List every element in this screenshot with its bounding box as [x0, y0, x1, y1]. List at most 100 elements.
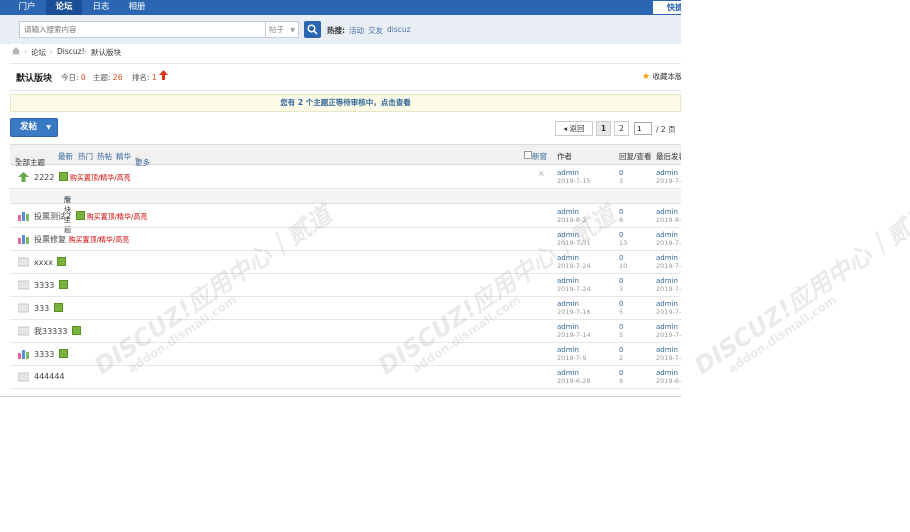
- reply-count: 0: [619, 369, 624, 377]
- last-poster[interactable]: admin: [656, 369, 678, 377]
- last-poster[interactable]: admin: [656, 208, 678, 216]
- hot-search-label: 热搜:: [327, 26, 345, 35]
- table-row: 3333 admin 2019-7-24 0 3 admin 2019-7-: [10, 274, 681, 297]
- search-button[interactable]: [304, 21, 321, 38]
- topics-stat: 主题: 26: [93, 73, 123, 82]
- thread-author[interactable]: admin: [557, 254, 579, 262]
- last-poster[interactable]: admin: [656, 300, 678, 308]
- forum-title: 默认版块: [16, 74, 53, 84]
- table-row: 投票测试2 购买置顶/精华/高亮 admin 2019-8-2 0 8 admi…: [10, 205, 681, 228]
- thread-title[interactable]: xxxx: [34, 257, 68, 267]
- breadcrumb-item[interactable]: 默认版块: [91, 47, 121, 58]
- last-poster[interactable]: admin: [656, 169, 678, 177]
- filter-latest[interactable]: 最新: [58, 151, 73, 162]
- nav-tab-blog[interactable]: 日志: [84, 0, 118, 15]
- folder-icon: [17, 326, 30, 336]
- last-poster[interactable]: admin: [656, 231, 678, 239]
- last-post-date: 2019-7-: [656, 239, 681, 247]
- last-post-date: 2019-6-: [656, 377, 681, 385]
- back-button[interactable]: ◂ 返回: [555, 121, 593, 136]
- thread-author[interactable]: admin: [557, 323, 579, 331]
- poll-icon: [18, 211, 29, 221]
- last-poster[interactable]: admin: [656, 254, 678, 262]
- attachment-icon: [58, 349, 68, 358]
- page-total: / 2 页: [656, 125, 676, 134]
- filter-hot-posts[interactable]: 热帖: [97, 151, 112, 162]
- page-number[interactable]: 2: [614, 121, 629, 136]
- section-subheader: 版块主题 ⟲: [10, 189, 681, 234]
- attachment-icon: [58, 280, 68, 289]
- last-post-column: 最后发表: [656, 152, 681, 161]
- page-bottom-edge: [0, 396, 681, 397]
- reply-count: 0: [619, 300, 624, 308]
- attachment-icon: [75, 211, 85, 220]
- moderation-notice[interactable]: 您有 2 个主题正等待审核中，点击查看: [10, 94, 681, 112]
- quick-nav-button[interactable]: 快捷: [653, 1, 681, 14]
- reply-count: 0: [619, 346, 624, 354]
- nav-tab-album[interactable]: 相册: [120, 0, 154, 15]
- thread-date: 2019-7-24: [557, 262, 591, 270]
- reply-count: 0: [619, 231, 624, 239]
- view-count: 10: [619, 262, 628, 270]
- folder-icon: [17, 372, 30, 382]
- hot-search-link[interactable]: discuz: [387, 25, 411, 34]
- thread-author[interactable]: admin: [557, 231, 579, 239]
- close-icon[interactable]: ×: [538, 169, 545, 178]
- thread-title[interactable]: 我33333: [34, 326, 83, 337]
- thread-date: 2019-7-24: [557, 285, 591, 293]
- page-number[interactable]: 1: [596, 121, 611, 136]
- poll-icon: [18, 349, 29, 359]
- table-row: xxxx admin 2019-7-24 0 10 admin 2019-7-: [10, 251, 681, 274]
- thread-author[interactable]: admin: [557, 169, 579, 177]
- last-poster[interactable]: admin: [656, 346, 678, 354]
- thread-author[interactable]: admin: [557, 346, 579, 354]
- view-count: 3: [619, 285, 624, 293]
- thread-author[interactable]: admin: [557, 208, 579, 216]
- thread-title[interactable]: 3333: [34, 280, 70, 290]
- folder-icon: [17, 280, 30, 290]
- thread-title[interactable]: 444444: [34, 372, 65, 381]
- search-type-select[interactable]: 帖子 ▼: [265, 21, 299, 38]
- folder-icon: [17, 303, 30, 313]
- last-poster[interactable]: admin: [656, 277, 678, 285]
- last-post-date: 2019-7-: [656, 285, 681, 293]
- attachment-icon: [72, 326, 81, 335]
- new-window-checkbox[interactable]: [524, 151, 532, 159]
- rank-up-icon: [159, 70, 168, 82]
- thread-title[interactable]: 投票测试2 购买置顶/精华/高亮: [34, 211, 147, 222]
- nav-tab-forum[interactable]: 论坛: [46, 0, 82, 15]
- home-icon[interactable]: [11, 46, 21, 57]
- thread-author[interactable]: admin: [557, 300, 579, 308]
- view-count: 9: [619, 377, 624, 385]
- last-post-date: 2019-7-: [656, 331, 681, 339]
- thread-author[interactable]: admin: [557, 369, 579, 377]
- last-post-date: 2019-7-: [656, 308, 681, 316]
- search-icon: [307, 24, 318, 35]
- refresh-icon: ⟲: [64, 195, 70, 203]
- search-input[interactable]: [19, 21, 265, 38]
- breadcrumb-item[interactable]: 论坛: [31, 47, 46, 58]
- filter-hot[interactable]: 热门: [78, 151, 93, 162]
- nav-tab-portal[interactable]: 门户: [10, 0, 44, 15]
- hot-search-link[interactable]: 交友: [368, 25, 383, 36]
- last-poster[interactable]: admin: [656, 323, 678, 331]
- author-column: 作者: [557, 152, 572, 161]
- thread-title[interactable]: 3333: [34, 349, 70, 359]
- page-jump-input[interactable]: [634, 122, 652, 135]
- folder-icon: [17, 257, 30, 267]
- new-post-button[interactable]: 发帖 ▼: [10, 118, 58, 137]
- thread-title[interactable]: 2222 购买置顶/精华/高亮: [34, 172, 131, 183]
- sticky-arrow-icon: [18, 172, 29, 182]
- today-stat: 今日: 0: [61, 73, 86, 82]
- search-bar: 帖子 ▼ 热搜: 活动 交友 discuz: [0, 15, 681, 44]
- breadcrumb-item[interactable]: Discuz!: [57, 47, 85, 56]
- filter-digest[interactable]: 精华: [116, 151, 131, 162]
- thread-title[interactable]: 投票修复 购买置顶/精华/高亮: [34, 234, 129, 245]
- thread-author[interactable]: admin: [557, 277, 579, 285]
- favorite-forum-link[interactable]: ★ 收藏本版: [642, 71, 681, 82]
- thread-title[interactable]: 333: [34, 303, 65, 313]
- chevron-down-icon: ▼: [290, 27, 295, 34]
- reply-count: 0: [619, 208, 624, 216]
- top-nav: 门户 论坛 日志 相册 快捷: [0, 0, 681, 15]
- hot-search-link[interactable]: 活动: [349, 25, 364, 36]
